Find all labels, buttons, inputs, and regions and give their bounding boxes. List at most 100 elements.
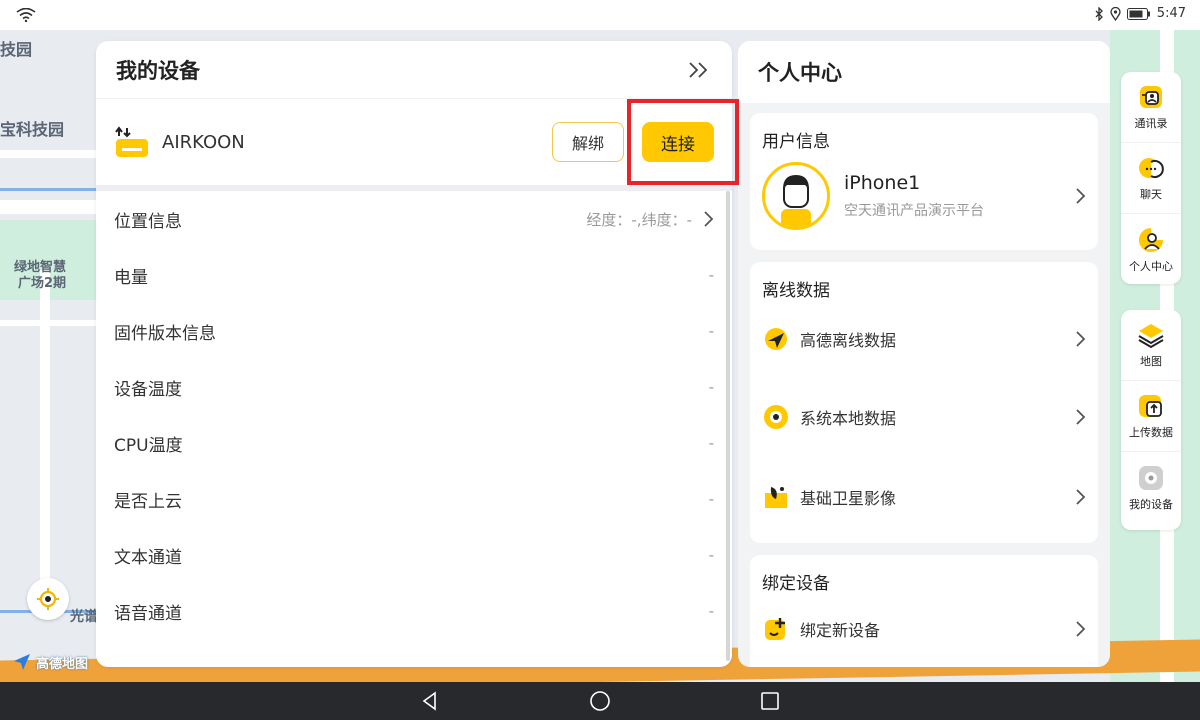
- info-value: 经度：-,纬度：-: [586, 209, 714, 230]
- info-label: 固件版本信息: [114, 323, 216, 344]
- toolbar-personal-center[interactable]: 个人中心: [1121, 214, 1181, 285]
- amap-logo-icon: [14, 654, 30, 670]
- toolbar-label: 聊天: [1140, 188, 1162, 201]
- amap-logo-text: 高德地图: [36, 656, 89, 672]
- user-name: iPhone1: [844, 172, 921, 194]
- device-transfer-icon: [115, 126, 148, 157]
- wifi-icon: [16, 8, 36, 22]
- info-label: 设备温度: [114, 379, 182, 400]
- avatar: [762, 162, 830, 230]
- info-row-voice-channel: 语音通道 -: [114, 583, 714, 639]
- menu-label: 基础卫星影像: [800, 489, 897, 508]
- section-title: 用户信息: [762, 132, 830, 152]
- toolbar-label: 通讯录: [1134, 117, 1168, 130]
- nav-recents-button[interactable]: [759, 690, 781, 712]
- menu-row-bind-new-device[interactable]: 绑定新设备: [750, 594, 1098, 664]
- bind-device-card: 绑定设备 绑定新设备: [750, 555, 1098, 667]
- info-value: -: [708, 602, 714, 620]
- section-title: 绑定设备: [762, 574, 830, 594]
- info-label: 语音通道: [114, 603, 182, 624]
- map-layers-icon: [1138, 324, 1164, 349]
- upload-data-icon: [1139, 395, 1162, 417]
- toolbar-label: 上传数据: [1129, 426, 1173, 439]
- recents-square-icon: [761, 692, 779, 710]
- device-panel-title: 我的设备: [116, 58, 200, 83]
- chevron-right-icon: [1076, 489, 1086, 505]
- collapse-double-chevron-icon[interactable]: [686, 60, 712, 80]
- info-label: CPU温度: [114, 435, 183, 456]
- user-text: iPhone1 空天通讯产品演示平台: [844, 172, 1074, 220]
- bind-new-device-icon: [765, 618, 785, 640]
- info-value: -: [708, 378, 714, 396]
- info-row-text-channel: 文本通道 -: [114, 527, 714, 583]
- menu-label: 高德离线数据: [800, 331, 897, 350]
- contacts-icon: [1140, 86, 1162, 108]
- status-time: 5:47: [1156, 6, 1186, 21]
- nav-back-button[interactable]: [419, 690, 441, 712]
- toolbar-group-2: 地图 上传数据 我的设备: [1121, 310, 1181, 530]
- menu-row-amap-offline[interactable]: 高德离线数据: [750, 301, 1098, 377]
- device-panel-header: 我的设备: [96, 41, 732, 99]
- battery-icon: [1126, 7, 1150, 20]
- device-name: AIRKOON: [162, 131, 245, 153]
- menu-row-local-data[interactable]: 系统本地数据: [750, 377, 1098, 457]
- toolbar-label: 地图: [1140, 355, 1162, 368]
- scrollbar[interactable]: [726, 191, 730, 661]
- avatar-person-icon: [781, 175, 811, 227]
- toolbar-upload-data[interactable]: 上传数据: [1121, 381, 1181, 452]
- user-subtitle: 空天通讯产品演示平台: [844, 203, 984, 219]
- toolbar-my-device[interactable]: 我的设备: [1121, 452, 1181, 523]
- section-title: 离线数据: [762, 281, 830, 301]
- personal-panel-header: 个人中心: [738, 41, 1110, 103]
- info-value: -: [708, 546, 714, 564]
- my-device-icon: [1139, 465, 1163, 490]
- personal-panel-title: 个人中心: [758, 61, 842, 85]
- device-row: AIRKOON 解绑 连接: [96, 99, 732, 185]
- bluetooth-icon: [1095, 6, 1103, 21]
- info-value: -: [708, 434, 714, 452]
- map-label: 光谱: [70, 609, 98, 625]
- user-info-card: 用户信息 iPhone1 空天通讯产品演示平台: [750, 113, 1098, 250]
- amap-logo: 高德地图: [12, 652, 88, 672]
- chevron-right-icon: [1076, 409, 1086, 425]
- info-row-location[interactable]: 位置信息 经度：-,纬度：-: [114, 191, 714, 247]
- map-label: 广场2期: [18, 276, 67, 291]
- nav-home-button[interactable]: [589, 690, 611, 712]
- location-value: 经度：-,纬度：-: [586, 210, 692, 229]
- menu-label: 系统本地数据: [800, 409, 897, 428]
- chevron-right-icon: [704, 211, 714, 227]
- chevron-right-icon: [1076, 331, 1086, 347]
- chat-icon: [1139, 158, 1164, 178]
- crosshair-icon: [37, 588, 59, 610]
- map-river: [0, 188, 96, 191]
- map-label: 宝科技园: [0, 120, 65, 139]
- personal-center-panel: 个人中心 用户信息 iPhone1 空天通讯产品演示平台 离线数据 高德离线数据…: [738, 41, 1110, 667]
- location-icon: [1110, 6, 1121, 21]
- home-circle-icon: [590, 691, 610, 711]
- status-bar: 5:47: [0, 0, 1200, 30]
- info-value: -: [708, 490, 714, 508]
- status-right: 5:47: [1094, 6, 1186, 21]
- menu-row-satellite[interactable]: 基础卫星影像: [750, 457, 1098, 537]
- toolbar-label: 个人中心: [1129, 259, 1173, 273]
- info-row-device-temp: 设备温度 -: [114, 359, 714, 415]
- map-road: [0, 200, 96, 214]
- system-nav-bar: [0, 682, 1200, 720]
- menu-label: 绑定新设备: [800, 621, 881, 640]
- toolbar-contacts[interactable]: 通讯录: [1121, 72, 1181, 143]
- info-row-battery: 电量 -: [114, 247, 714, 303]
- toolbar-map[interactable]: 地图: [1121, 310, 1181, 381]
- info-row-cloud: 是否上云 -: [114, 471, 714, 527]
- unbind-button[interactable]: 解绑: [552, 122, 624, 162]
- map-road: [0, 150, 96, 158]
- info-label: 是否上云: [114, 491, 182, 512]
- toolbar-group-1: 通讯录 聊天 个人中心: [1121, 72, 1181, 284]
- locate-button[interactable]: [27, 578, 69, 620]
- device-info-list: 位置信息 经度：-,纬度：- 电量 - 固件版本信息 - 设备温度 - CPU温…: [96, 191, 732, 639]
- info-row-firmware: 固件版本信息 -: [114, 303, 714, 359]
- info-label: 文本通道: [114, 547, 182, 568]
- connect-button[interactable]: 连接: [642, 122, 714, 162]
- user-row[interactable]: iPhone1 空天通讯产品演示平台: [750, 152, 1098, 230]
- amap-offline-icon: [765, 328, 787, 350]
- toolbar-chat[interactable]: 聊天: [1121, 143, 1181, 214]
